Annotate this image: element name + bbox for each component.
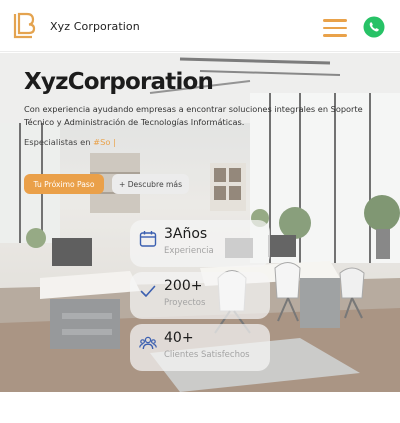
stat-value: 200+ <box>164 278 203 294</box>
hero-title: XyzCorporation <box>24 69 214 95</box>
stat-card-experience: 3Años Experiencia <box>130 220 270 267</box>
calendar-icon <box>139 231 157 247</box>
check-icon <box>140 285 156 297</box>
hero-description: Con experiencia ayudando empresas a enco… <box>24 104 363 127</box>
tagline-typed-text: #So | <box>93 137 116 147</box>
stat-card-projects: 200+ Proyectos <box>130 272 270 319</box>
users-icon <box>139 336 157 350</box>
stat-value: 40+ <box>164 330 194 346</box>
menu-bar <box>323 26 347 29</box>
top-navbar: Xyz Corporation <box>0 0 400 52</box>
whatsapp-icon[interactable] <box>363 16 385 38</box>
lb-logo-icon[interactable] <box>12 12 36 40</box>
brand-name[interactable]: Xyz Corporation <box>50 20 140 33</box>
hamburger-menu-icon[interactable] <box>323 19 347 37</box>
menu-bar <box>323 34 347 37</box>
menu-bar <box>323 19 347 22</box>
hero-tagline: Especialistas en #So | <box>24 137 116 147</box>
stat-card-clients: 40+ Clientes Satisfechos <box>130 324 270 371</box>
next-step-button[interactable]: Tu Próximo Paso <box>24 174 104 194</box>
stat-value: 3Años <box>164 226 208 242</box>
stat-label: Proyectos <box>164 298 206 308</box>
stat-label: Experiencia <box>164 246 214 256</box>
discover-more-button[interactable]: + Descubre más <box>112 174 189 194</box>
hero-section: XyzCorporation Con experiencia ayudando … <box>0 53 400 392</box>
tagline-prefix: Especialistas en <box>24 137 94 147</box>
stat-label: Clientes Satisfechos <box>164 350 250 360</box>
